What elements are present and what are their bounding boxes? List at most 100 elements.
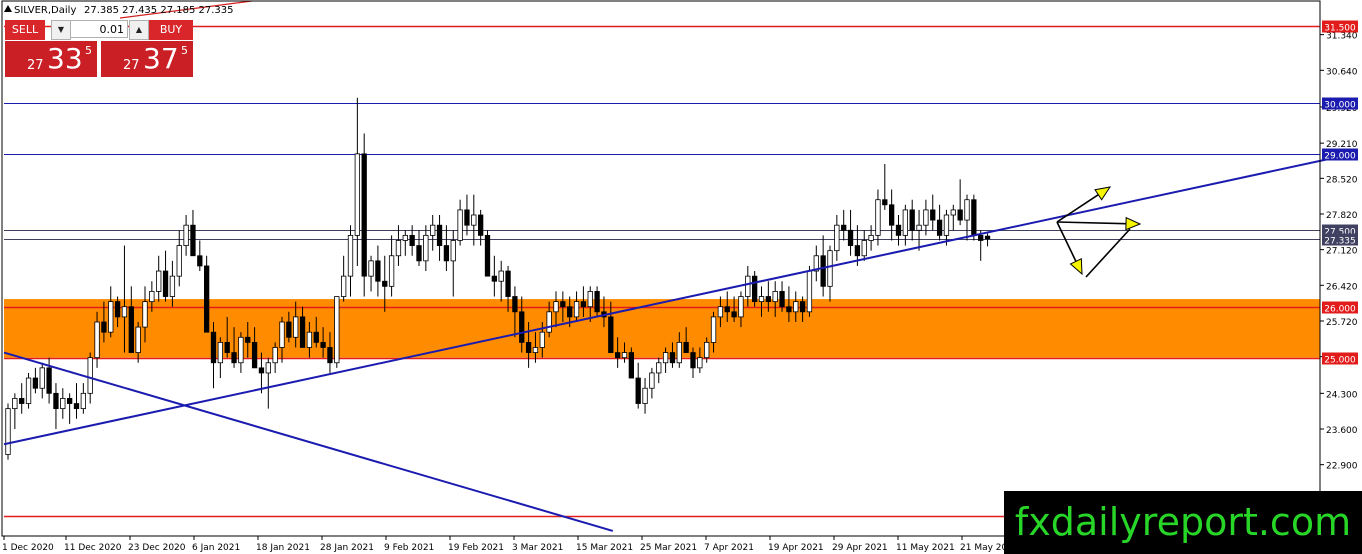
candle-body [827,250,833,287]
candle-body [861,240,867,257]
candle-body [347,234,354,277]
candle-body [779,291,785,308]
candle-body [957,209,963,221]
candle-body [834,224,840,252]
candle-body [971,199,977,236]
candle-body [32,377,39,389]
candle-body [573,301,580,318]
one-click-trading-panel: SELL ▼ 0.01 ▲ BUY 27 33 5 27 37 5 [5,20,193,77]
candle-body [210,331,217,364]
buy-price-prefix: 27 [123,58,140,73]
x-axis-tick-label: 7 Apr 2021 [704,543,754,553]
lot-size-input[interactable]: 0.01 [70,20,128,38]
candle-body [491,275,498,282]
scenario-arrow-shaft[interactable] [1056,221,1127,225]
candle-body [717,306,724,318]
y-axis-tick-label: 27.820 [1326,211,1358,221]
collapse-arrow-icon[interactable] [4,5,12,12]
candle-body [786,306,792,313]
candle-body [546,311,552,333]
candle-body [772,291,778,303]
scenario-arrow-head-icon[interactable] [1125,216,1142,231]
candle-body [156,270,162,292]
brand-watermark: fxdailyreport.com [1004,491,1362,554]
candle-body [67,398,73,404]
y-axis-tick-label: 28.520 [1326,175,1358,185]
x-axis-tick-label: 23 Dec 2020 [128,543,186,553]
buy-button[interactable]: BUY [149,20,193,40]
candle-body [539,331,545,348]
candle-body [710,316,717,343]
lot-increase-button[interactable]: ▲ [129,20,149,40]
candle-body [621,352,628,359]
candle-body [340,275,347,297]
candle-body [320,341,326,348]
level-price-label: 27.335 [1324,237,1356,247]
candle-body [395,240,402,257]
candle-body [203,265,210,333]
y-axis-tick-label: 27.120 [1326,247,1358,257]
candle-body [19,398,25,404]
candle-body [484,234,491,277]
scenario-arrow-shaft[interactable] [1056,221,1077,262]
candle-body [457,209,463,241]
sell-price-box[interactable]: 27 33 5 [5,41,97,77]
candle-body [875,199,881,236]
x-axis-tick-label: 6 Jan 2021 [192,543,240,553]
candle-body [306,331,313,348]
candle-body [334,296,340,364]
candle-body [245,336,251,343]
candle-body [799,301,806,313]
candle-body [327,347,333,364]
candle-body [149,291,155,303]
candle-body [224,341,230,353]
candle-body [669,352,676,364]
x-axis-tick-label: 1 Dec 2020 [2,543,54,553]
candle-body [553,301,559,313]
x-axis-tick-label: 18 Jan 2021 [256,543,310,553]
price-chart[interactable]: 31.34030.64029.92029.21028.52027.82027.1… [0,0,1362,554]
candle-body [251,341,258,369]
candle-body [60,398,66,410]
scenario-arrow-head-icon[interactable] [1094,186,1112,201]
candle-body [498,270,504,282]
y-axis-tick-label: 24.300 [1326,390,1358,400]
candle-body [704,341,710,359]
candle-body [142,301,148,328]
sell-button[interactable]: SELL [5,20,45,40]
y-axis-tick-label: 30.640 [1326,67,1358,77]
candle-body [765,296,771,303]
ohlc-readout: 27.385 27.435 27.185 27.335 [84,5,234,16]
level-price-label: 31.500 [1324,24,1356,34]
y-axis-tick-label: 25.720 [1326,318,1358,328]
x-axis-tick-label: 19 Apr 2021 [768,543,824,553]
buy-price-box[interactable]: 27 37 5 [101,41,193,77]
candle-body [265,362,271,374]
candle-body [12,398,18,410]
x-axis-tick-label: 3 Mar 2021 [512,543,563,553]
candle-body [258,367,265,374]
candle-body [190,224,196,257]
candle-body [943,214,950,236]
candle-body [615,352,621,359]
candle-body [176,245,182,277]
candle-body [628,352,634,379]
candle-body [882,199,888,206]
candle-body [806,270,813,313]
candle-body [423,234,429,262]
x-axis-tick-label: 28 Jan 2021 [320,543,374,553]
candle-body [820,255,826,287]
candle-body [409,234,415,246]
candle-body [471,214,477,226]
candle-body [745,275,751,297]
candle-body [313,331,319,343]
candle-body [388,255,395,287]
candle-body [169,275,176,297]
scenario-arrow-shaft[interactable] [1056,194,1099,223]
candle-body [361,153,367,277]
lot-decrease-button[interactable]: ▼ [51,20,71,40]
candle-body [135,326,141,353]
candle-body [477,214,484,236]
scenario-arrow-head-icon[interactable] [1069,258,1083,276]
scenario-arrow-link[interactable] [1085,228,1131,278]
